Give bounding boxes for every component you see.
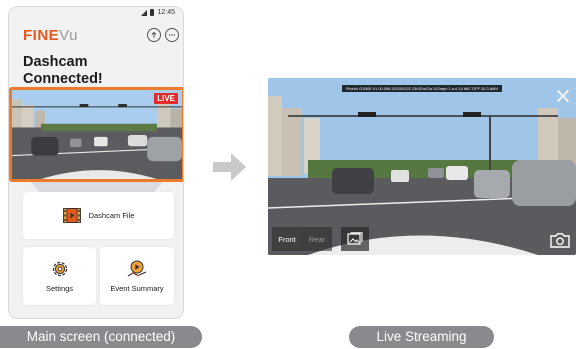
- settings-button[interactable]: Settings: [23, 247, 96, 305]
- battery-icon: [150, 9, 155, 16]
- more-icon: [169, 34, 175, 36]
- phone-main-screen: 12:45 FINEVu Dashcam Connected! LIVE Das…: [8, 6, 184, 319]
- settings-gear-icon: [52, 261, 67, 276]
- settings-label: Settings: [45, 283, 74, 293]
- live-preview-thumbnail[interactable]: LIVE: [9, 87, 183, 182]
- gallery-icon: [347, 232, 363, 245]
- event-summary-icon: [127, 260, 147, 276]
- dashcam-file-button[interactable]: Dashcam File: [23, 192, 174, 239]
- video-info-overlay: FineVu GX300 V1.00.006 2021/02/22 13h32m…: [342, 85, 502, 92]
- capture-button[interactable]: [550, 231, 570, 249]
- event-summary-button[interactable]: Event Summary: [100, 247, 174, 305]
- tab-rear[interactable]: Rear: [302, 227, 332, 251]
- live-streaming-view[interactable]: FineVu GX300 V1.00.006 2021/02/22 13h32m…: [268, 78, 576, 255]
- signal-icon: [141, 9, 148, 16]
- camera-icon: [550, 233, 570, 248]
- caption-live-streaming: Live Streaming: [349, 326, 494, 348]
- dashcam-file-label: Dashcam File: [88, 211, 135, 220]
- upload-icon: [151, 31, 157, 38]
- tab-front[interactable]: Front: [272, 227, 302, 251]
- gallery-button[interactable]: [341, 227, 369, 251]
- upload-button[interactable]: [147, 28, 161, 42]
- status-time: 12:45: [157, 9, 175, 16]
- status-bar: 12:45: [141, 9, 175, 16]
- caption-main-screen: Main screen (connected): [0, 326, 202, 348]
- film-icon: [62, 208, 81, 223]
- app-logo: FINEVu: [23, 27, 78, 44]
- connection-headline: Dashcam Connected!: [23, 54, 103, 87]
- arrow-right-icon: [213, 153, 246, 181]
- event-summary-label: Event Summary: [110, 283, 164, 293]
- live-badge: LIVE: [154, 93, 178, 104]
- camera-tabs: Front Rear: [272, 227, 332, 251]
- more-button[interactable]: [165, 28, 179, 42]
- close-icon[interactable]: [556, 89, 570, 103]
